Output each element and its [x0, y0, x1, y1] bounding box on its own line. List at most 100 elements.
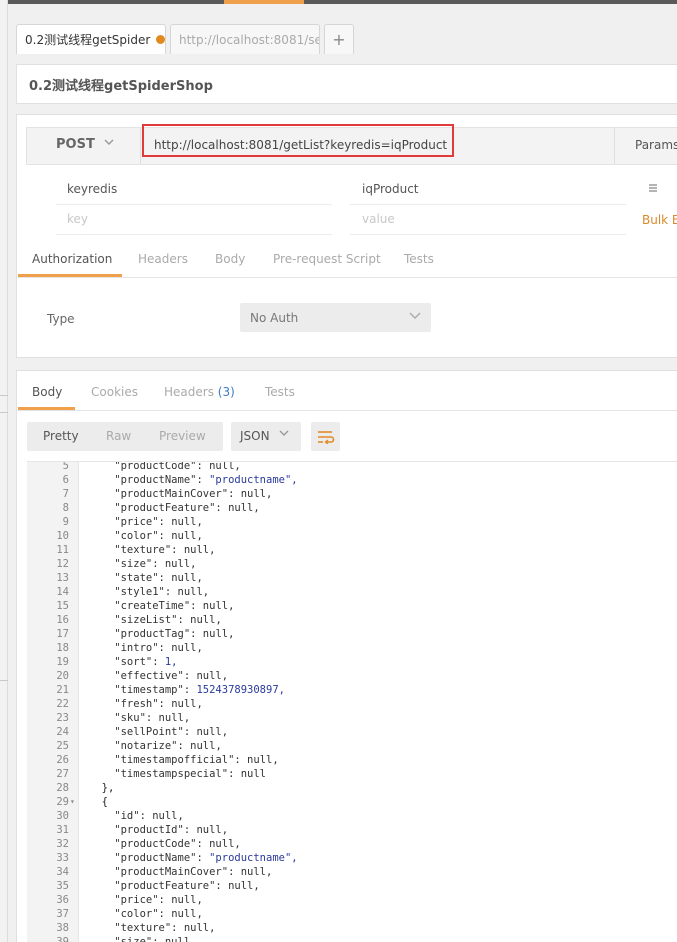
code-line: 29 ▾ {	[27, 795, 677, 809]
code-text: "notarize": null,	[89, 740, 222, 752]
param-key[interactable]: keyredis	[67, 182, 117, 196]
code-text: "productCode": null,	[89, 461, 241, 472]
code-text: "sku": null,	[89, 712, 191, 724]
line-number: 12	[56, 558, 69, 570]
request-tab-active[interactable]: 0.2测试线程getSpider	[16, 24, 166, 54]
code-text: "productName": "productname",	[89, 852, 298, 864]
code-text: "state": null,	[89, 572, 203, 584]
divider	[140, 128, 141, 164]
line-number: 20	[56, 670, 69, 682]
line-number: 10	[56, 530, 69, 542]
code-line: 16 "sizeList": null,	[27, 613, 677, 627]
code-text: "fresh": null,	[89, 698, 203, 710]
fold-arrow-icon[interactable]: ▾	[70, 795, 75, 809]
line-number: 32	[56, 838, 69, 850]
code-line: 9 "price": null,	[27, 515, 677, 529]
code-line: 36 "price": null,	[27, 893, 677, 907]
code-text: "timestamp": 1524378930897,	[89, 684, 285, 696]
tab-response-headers-label: Headers	[164, 385, 214, 399]
view-preview-button[interactable]: Preview	[159, 429, 206, 443]
code-line: 32 "productCode": null,	[27, 837, 677, 851]
request-name: 0.2测试线程getSpiderShop	[29, 78, 213, 94]
line-number: 8	[62, 502, 69, 514]
line-number: 25	[56, 740, 69, 752]
code-line: 5 "productCode": null,	[27, 461, 677, 473]
line-number: 13	[56, 572, 69, 584]
code-line: 39 "size": null,	[27, 935, 677, 942]
param-value-placeholder[interactable]: value	[362, 212, 395, 226]
param-key-placeholder[interactable]: key	[67, 212, 88, 226]
auth-type-value: No Auth	[250, 311, 299, 325]
code-text: },	[89, 782, 115, 794]
code-line: 22 "fresh": null,	[27, 697, 677, 711]
tab-body[interactable]: Body	[215, 252, 245, 266]
line-number: 38	[56, 922, 69, 934]
add-tab-button[interactable]: +	[324, 24, 354, 54]
code-text: "productMainCover": null,	[89, 488, 273, 500]
tab-response-body[interactable]: Body	[32, 385, 62, 399]
request-tab[interactable]: http://localhost:8081/se	[170, 24, 320, 54]
code-line: 13 "state": null,	[27, 571, 677, 585]
line-number: 14	[56, 586, 69, 598]
code-line: 33 "productName": "productname",	[27, 851, 677, 865]
tab-headers[interactable]: Headers	[138, 252, 188, 266]
code-text: "createTime": null,	[89, 600, 235, 612]
code-line: 12 "size": null,	[27, 557, 677, 571]
wrap-lines-icon	[317, 430, 334, 444]
chevron-down-icon[interactable]	[103, 136, 115, 151]
tab-response-headers[interactable]: Headers (3)	[164, 385, 235, 399]
request-tab-label: 0.2测试线程getSpider	[25, 33, 151, 47]
code-line: 21 "timestamp": 1524378930897,	[27, 683, 677, 697]
line-number: 34	[56, 866, 69, 878]
hamburger-icon[interactable]	[648, 182, 658, 197]
code-line: 15 "createTime": null,	[27, 599, 677, 613]
line-number: 26	[56, 754, 69, 766]
line-number: 39	[56, 936, 69, 942]
code-line: 37 "color": null,	[27, 907, 677, 921]
line-number: 18	[56, 642, 69, 654]
code-line: 38 "texture": null,	[27, 921, 677, 935]
bulk-edit-link[interactable]: Bulk E	[642, 213, 677, 227]
unsaved-dot-icon	[156, 35, 165, 44]
request-name-bar[interactable]: 0.2测试线程getSpiderShop	[16, 64, 677, 104]
tab-pre-request-script[interactable]: Pre-request Script	[273, 252, 381, 266]
wrap-lines-button[interactable]	[311, 422, 340, 451]
line-number: 22	[56, 698, 69, 710]
code-text: "price": null,	[89, 894, 203, 906]
code-line: 19 "sort": 1,	[27, 655, 677, 669]
code-line: 28 },	[27, 781, 677, 795]
tab-authorization[interactable]: Authorization	[32, 252, 112, 266]
code-line: 18 "intro": null,	[27, 641, 677, 655]
code-text: "style1": null,	[89, 586, 210, 598]
code-line: 14 "style1": null,	[27, 585, 677, 599]
code-text: "productFeature": null,	[89, 880, 260, 892]
code-text: "size": null,	[89, 936, 197, 942]
param-value[interactable]: iqProduct	[362, 182, 419, 196]
method-select[interactable]: POST	[56, 137, 95, 152]
tab-test-results[interactable]: Tests	[265, 385, 295, 399]
code-text: "sizeList": null,	[89, 614, 222, 626]
view-pretty-button[interactable]: Pretty	[43, 429, 79, 443]
line-number: 36	[56, 894, 69, 906]
code-text: "timestampspecial": null	[89, 768, 267, 780]
code-line: 26 "timestampofficial": null,	[27, 753, 677, 767]
code-line: 6 "productName": "productname",	[27, 473, 677, 487]
line-number: 37	[56, 908, 69, 920]
code-line: 27 "timestampspecial": null	[27, 767, 677, 781]
tab-tests[interactable]: Tests	[404, 252, 434, 266]
params-button[interactable]: Params	[635, 138, 677, 152]
response-body-viewer[interactable]: 5 "productCode": null, 6 "productName": "…	[27, 461, 677, 942]
code-line: 31 "productId": null,	[27, 823, 677, 837]
view-raw-button[interactable]: Raw	[106, 429, 131, 443]
format-value: JSON	[240, 429, 270, 443]
url-highlight-box	[142, 124, 454, 157]
code-text: "id": null,	[89, 810, 184, 822]
line-number: 31	[56, 824, 69, 836]
line-number: 24	[56, 726, 69, 738]
code-line: 35 "productFeature": null,	[27, 879, 677, 893]
code-line: 30 "id": null,	[27, 809, 677, 823]
code-text: "sort": 1,	[89, 656, 178, 668]
line-number: 17	[56, 628, 69, 640]
chevron-down-icon	[408, 309, 422, 324]
tab-cookies[interactable]: Cookies	[91, 385, 138, 399]
